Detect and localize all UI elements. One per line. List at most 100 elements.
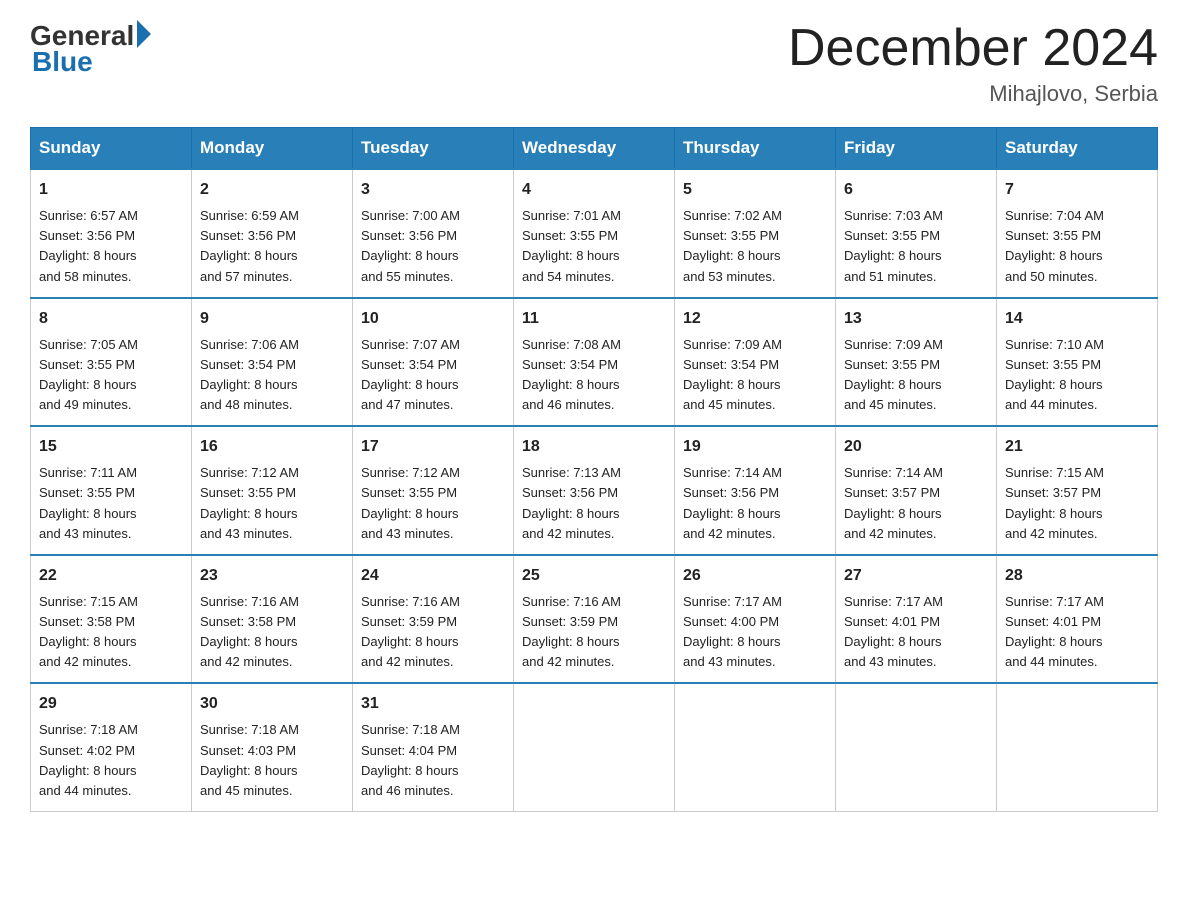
day-info: Sunrise: 7:16 AM Sunset: 3:59 PM Dayligh…: [522, 592, 666, 673]
page-header: General Blue December 2024 Mihajlovo, Se…: [30, 20, 1158, 107]
day-number: 30: [200, 692, 344, 716]
table-row: 11 Sunrise: 7:08 AM Sunset: 3:54 PM Dayl…: [514, 298, 675, 427]
day-number: 18: [522, 435, 666, 459]
table-row: 6 Sunrise: 7:03 AM Sunset: 3:55 PM Dayli…: [836, 169, 997, 298]
day-number: 6: [844, 178, 988, 202]
day-info: Sunrise: 7:09 AM Sunset: 3:54 PM Dayligh…: [683, 335, 827, 416]
table-row: 8 Sunrise: 7:05 AM Sunset: 3:55 PM Dayli…: [31, 298, 192, 427]
table-row: 29 Sunrise: 7:18 AM Sunset: 4:02 PM Dayl…: [31, 683, 192, 811]
day-number: 5: [683, 178, 827, 202]
day-info: Sunrise: 7:15 AM Sunset: 3:57 PM Dayligh…: [1005, 463, 1149, 544]
day-number: 17: [361, 435, 505, 459]
col-tuesday: Tuesday: [353, 128, 514, 170]
day-info: Sunrise: 7:18 AM Sunset: 4:03 PM Dayligh…: [200, 720, 344, 801]
month-title: December 2024: [788, 20, 1158, 77]
day-number: 16: [200, 435, 344, 459]
day-number: 4: [522, 178, 666, 202]
day-info: Sunrise: 7:12 AM Sunset: 3:55 PM Dayligh…: [200, 463, 344, 544]
col-friday: Friday: [836, 128, 997, 170]
day-info: Sunrise: 7:06 AM Sunset: 3:54 PM Dayligh…: [200, 335, 344, 416]
day-number: 21: [1005, 435, 1149, 459]
day-info: Sunrise: 7:16 AM Sunset: 3:59 PM Dayligh…: [361, 592, 505, 673]
calendar-week-row: 15 Sunrise: 7:11 AM Sunset: 3:55 PM Dayl…: [31, 426, 1158, 555]
day-number: 13: [844, 307, 988, 331]
col-sunday: Sunday: [31, 128, 192, 170]
table-row: 12 Sunrise: 7:09 AM Sunset: 3:54 PM Dayl…: [675, 298, 836, 427]
table-row: 30 Sunrise: 7:18 AM Sunset: 4:03 PM Dayl…: [192, 683, 353, 811]
calendar-week-row: 29 Sunrise: 7:18 AM Sunset: 4:02 PM Dayl…: [31, 683, 1158, 811]
table-row: 14 Sunrise: 7:10 AM Sunset: 3:55 PM Dayl…: [997, 298, 1158, 427]
day-number: 29: [39, 692, 183, 716]
table-row: 16 Sunrise: 7:12 AM Sunset: 3:55 PM Dayl…: [192, 426, 353, 555]
day-info: Sunrise: 7:10 AM Sunset: 3:55 PM Dayligh…: [1005, 335, 1149, 416]
table-row: 31 Sunrise: 7:18 AM Sunset: 4:04 PM Dayl…: [353, 683, 514, 811]
table-row: 15 Sunrise: 7:11 AM Sunset: 3:55 PM Dayl…: [31, 426, 192, 555]
logo-blue-text: Blue: [32, 46, 93, 78]
day-info: Sunrise: 7:16 AM Sunset: 3:58 PM Dayligh…: [200, 592, 344, 673]
day-info: Sunrise: 7:07 AM Sunset: 3:54 PM Dayligh…: [361, 335, 505, 416]
day-info: Sunrise: 7:14 AM Sunset: 3:56 PM Dayligh…: [683, 463, 827, 544]
day-info: Sunrise: 6:57 AM Sunset: 3:56 PM Dayligh…: [39, 206, 183, 287]
calendar-week-row: 1 Sunrise: 6:57 AM Sunset: 3:56 PM Dayli…: [31, 169, 1158, 298]
day-info: Sunrise: 7:01 AM Sunset: 3:55 PM Dayligh…: [522, 206, 666, 287]
title-section: December 2024 Mihajlovo, Serbia: [788, 20, 1158, 107]
table-row: 10 Sunrise: 7:07 AM Sunset: 3:54 PM Dayl…: [353, 298, 514, 427]
day-number: 14: [1005, 307, 1149, 331]
table-row: 23 Sunrise: 7:16 AM Sunset: 3:58 PM Dayl…: [192, 555, 353, 684]
table-row: 28 Sunrise: 7:17 AM Sunset: 4:01 PM Dayl…: [997, 555, 1158, 684]
day-info: Sunrise: 7:05 AM Sunset: 3:55 PM Dayligh…: [39, 335, 183, 416]
day-info: Sunrise: 7:14 AM Sunset: 3:57 PM Dayligh…: [844, 463, 988, 544]
calendar-header-row: Sunday Monday Tuesday Wednesday Thursday…: [31, 128, 1158, 170]
day-number: 1: [39, 178, 183, 202]
day-info: Sunrise: 7:12 AM Sunset: 3:55 PM Dayligh…: [361, 463, 505, 544]
table-row: 27 Sunrise: 7:17 AM Sunset: 4:01 PM Dayl…: [836, 555, 997, 684]
day-info: Sunrise: 7:13 AM Sunset: 3:56 PM Dayligh…: [522, 463, 666, 544]
col-monday: Monday: [192, 128, 353, 170]
table-row: 13 Sunrise: 7:09 AM Sunset: 3:55 PM Dayl…: [836, 298, 997, 427]
logo: General Blue: [30, 20, 151, 78]
col-wednesday: Wednesday: [514, 128, 675, 170]
day-number: 23: [200, 564, 344, 588]
logo-triangle-icon: [137, 20, 151, 48]
day-info: Sunrise: 7:17 AM Sunset: 4:00 PM Dayligh…: [683, 592, 827, 673]
day-number: 26: [683, 564, 827, 588]
table-row: 17 Sunrise: 7:12 AM Sunset: 3:55 PM Dayl…: [353, 426, 514, 555]
day-number: 3: [361, 178, 505, 202]
day-number: 7: [1005, 178, 1149, 202]
day-number: 20: [844, 435, 988, 459]
day-info: Sunrise: 7:17 AM Sunset: 4:01 PM Dayligh…: [1005, 592, 1149, 673]
day-info: Sunrise: 7:15 AM Sunset: 3:58 PM Dayligh…: [39, 592, 183, 673]
table-row: 20 Sunrise: 7:14 AM Sunset: 3:57 PM Dayl…: [836, 426, 997, 555]
day-number: 11: [522, 307, 666, 331]
day-info: Sunrise: 7:18 AM Sunset: 4:02 PM Dayligh…: [39, 720, 183, 801]
day-info: Sunrise: 7:00 AM Sunset: 3:56 PM Dayligh…: [361, 206, 505, 287]
day-info: Sunrise: 7:09 AM Sunset: 3:55 PM Dayligh…: [844, 335, 988, 416]
table-row: [514, 683, 675, 811]
table-row: 19 Sunrise: 7:14 AM Sunset: 3:56 PM Dayl…: [675, 426, 836, 555]
day-number: 9: [200, 307, 344, 331]
day-info: Sunrise: 7:04 AM Sunset: 3:55 PM Dayligh…: [1005, 206, 1149, 287]
table-row: 22 Sunrise: 7:15 AM Sunset: 3:58 PM Dayl…: [31, 555, 192, 684]
day-info: Sunrise: 7:03 AM Sunset: 3:55 PM Dayligh…: [844, 206, 988, 287]
day-number: 8: [39, 307, 183, 331]
calendar-week-row: 8 Sunrise: 7:05 AM Sunset: 3:55 PM Dayli…: [31, 298, 1158, 427]
table-row: 4 Sunrise: 7:01 AM Sunset: 3:55 PM Dayli…: [514, 169, 675, 298]
table-row: 21 Sunrise: 7:15 AM Sunset: 3:57 PM Dayl…: [997, 426, 1158, 555]
table-row: 18 Sunrise: 7:13 AM Sunset: 3:56 PM Dayl…: [514, 426, 675, 555]
day-info: Sunrise: 6:59 AM Sunset: 3:56 PM Dayligh…: [200, 206, 344, 287]
table-row: [836, 683, 997, 811]
table-row: [997, 683, 1158, 811]
day-number: 31: [361, 692, 505, 716]
table-row: 3 Sunrise: 7:00 AM Sunset: 3:56 PM Dayli…: [353, 169, 514, 298]
day-number: 22: [39, 564, 183, 588]
col-thursday: Thursday: [675, 128, 836, 170]
day-info: Sunrise: 7:02 AM Sunset: 3:55 PM Dayligh…: [683, 206, 827, 287]
day-info: Sunrise: 7:18 AM Sunset: 4:04 PM Dayligh…: [361, 720, 505, 801]
day-number: 2: [200, 178, 344, 202]
day-number: 25: [522, 564, 666, 588]
calendar-week-row: 22 Sunrise: 7:15 AM Sunset: 3:58 PM Dayl…: [31, 555, 1158, 684]
location-label: Mihajlovo, Serbia: [788, 81, 1158, 107]
table-row: 1 Sunrise: 6:57 AM Sunset: 3:56 PM Dayli…: [31, 169, 192, 298]
day-number: 19: [683, 435, 827, 459]
calendar-table: Sunday Monday Tuesday Wednesday Thursday…: [30, 127, 1158, 812]
